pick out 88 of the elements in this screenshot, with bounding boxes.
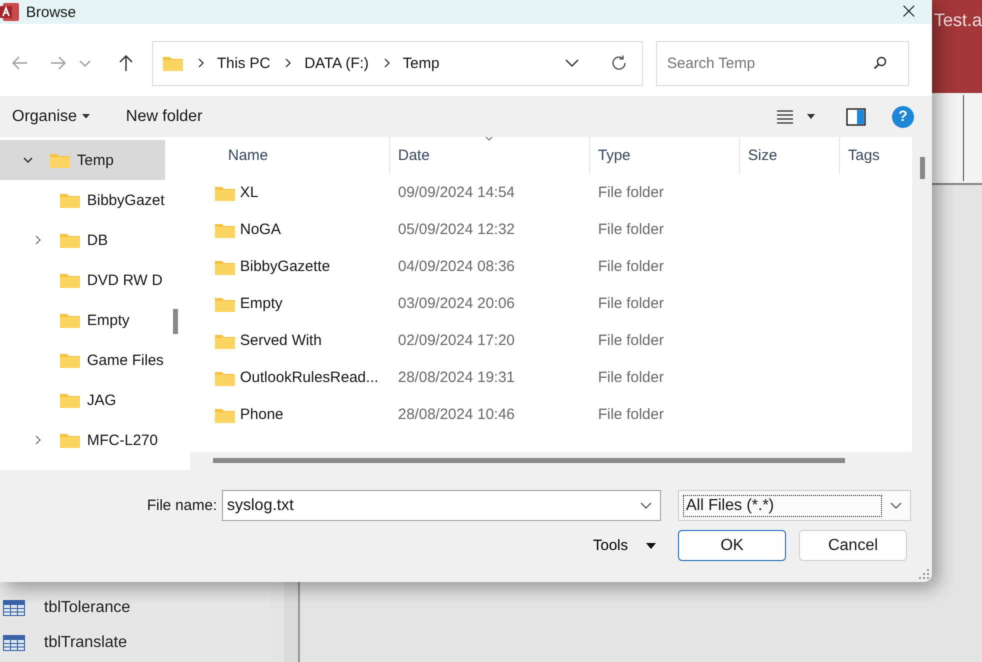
caret-icon [646, 542, 656, 548]
folder-icon [215, 406, 235, 422]
table-cell-text: File folder [597, 406, 665, 423]
tree-item[interactable]: Game Files [0, 340, 165, 380]
file-name[interactable]: OutlookRulesRead... [240, 369, 378, 386]
table-cell-text: File folder [597, 221, 665, 238]
chevron-down-icon[interactable] [890, 502, 902, 510]
folder-icon [215, 296, 235, 312]
column-header[interactable]: Date [390, 137, 590, 174]
preview-pane-icon[interactable] [846, 108, 866, 126]
folder-icon [215, 370, 235, 386]
table-cell-text: File folder [597, 258, 665, 275]
organise-menu-button[interactable]: Organise [4, 104, 98, 130]
file-name-label: File name: [146, 497, 217, 514]
folder-icon [60, 232, 80, 248]
folder-icon [163, 55, 183, 71]
table-cell-text: 02/09/2024 17:20 [397, 332, 516, 349]
table-icon [3, 634, 25, 650]
view-list-icon[interactable] [776, 108, 794, 124]
folder-icon [60, 392, 80, 408]
folder-icon [60, 432, 80, 448]
help-button[interactable]: ? [892, 106, 914, 128]
table-cell-text: 28/08/2024 19:31 [397, 369, 516, 386]
scrollbar-thumb[interactable] [173, 309, 178, 334]
table-cell-text: File folder [597, 184, 665, 201]
file-name[interactable]: NoGA [240, 221, 281, 238]
column-header[interactable]: Type [590, 137, 740, 174]
breadcrumb-item[interactable]: Temp [402, 54, 440, 72]
table-cell-text: File folder [597, 369, 665, 386]
chevron-down-icon[interactable] [640, 502, 652, 510]
table-cell-text: File folder [597, 332, 665, 349]
tree-item[interactable]: JAG [0, 380, 165, 420]
column-header[interactable]: Tags [840, 137, 912, 174]
file-name[interactable]: Served With [240, 332, 322, 349]
breadcrumb-item[interactable]: DATA (F:) [304, 54, 369, 72]
chevron-right-icon[interactable] [284, 58, 292, 68]
folder-icon [60, 272, 80, 288]
chevron-right-icon[interactable] [197, 58, 205, 68]
close-button[interactable]: × [894, 1, 924, 23]
tree-item[interactable]: Temp [0, 140, 165, 180]
column-header[interactable]: Size [740, 137, 840, 174]
column-header[interactable]: Name [190, 137, 390, 174]
caret-icon[interactable] [806, 114, 816, 120]
table-cell-text: 04/09/2024 08:36 [397, 258, 516, 275]
caret-icon [82, 114, 90, 119]
scrollbar-thumb[interactable] [920, 157, 925, 179]
table-cell-text: File folder [597, 295, 665, 312]
table-name[interactable]: tblTranslate [44, 634, 127, 652]
refresh-icon[interactable] [610, 54, 628, 72]
folder-icon [215, 184, 235, 200]
table-cell-text: 05/09/2024 12:32 [397, 221, 516, 238]
file-name[interactable]: XL [240, 184, 258, 201]
folder-icon [215, 332, 235, 348]
window-title: Browse [26, 4, 76, 20]
table-cell-text: 28/08/2024 10:46 [397, 406, 516, 423]
table-icon [3, 600, 25, 616]
tree-item[interactable]: BibbyGazet [0, 180, 165, 220]
file-name-field[interactable]: syslog.txt [222, 490, 661, 521]
folder-icon [215, 258, 235, 274]
tree-item[interactable]: Empty [0, 300, 165, 340]
tree-item[interactable]: DB [0, 220, 165, 260]
cancel-button[interactable]: Cancel [799, 530, 907, 561]
new-folder-button[interactable]: New folder [118, 104, 210, 130]
search-field[interactable]: Search Temp [656, 40, 909, 86]
file-name[interactable]: BibbyGazette [240, 258, 330, 275]
app-icon [0, 2, 20, 22]
file-name[interactable]: Empty [240, 295, 283, 312]
file-name[interactable]: Phone [240, 406, 284, 423]
ok-button[interactable]: OK [678, 530, 786, 561]
folder-icon [60, 312, 80, 328]
chevron-right-icon[interactable] [382, 58, 391, 68]
address-bar[interactable]: This PC DATA (F:) Temp [152, 40, 643, 86]
folder-icon [50, 152, 70, 168]
resize-grip-icon[interactable] [919, 569, 929, 579]
breadcrumb-item[interactable]: This PC [217, 54, 270, 72]
table-cell-text: 03/09/2024 20:06 [397, 295, 516, 312]
folder-icon [215, 222, 235, 238]
tools-menu-button[interactable]: Tools [585, 533, 665, 558]
table-name[interactable]: tblTolerance [44, 598, 130, 616]
folder-icon [60, 352, 80, 368]
file-type-dropdown[interactable]: All Files (*.*) [678, 490, 911, 521]
scrollbar-thumb[interactable] [213, 458, 845, 463]
app-window-title: Test.a [934, 10, 982, 31]
tree-item[interactable]: MFC-L270 [0, 420, 165, 460]
tree-item[interactable]: DVD RW D [0, 260, 165, 300]
table-cell-text: 09/09/2024 14:54 [397, 184, 516, 201]
folder-icon [60, 192, 80, 208]
search-icon [872, 55, 888, 71]
